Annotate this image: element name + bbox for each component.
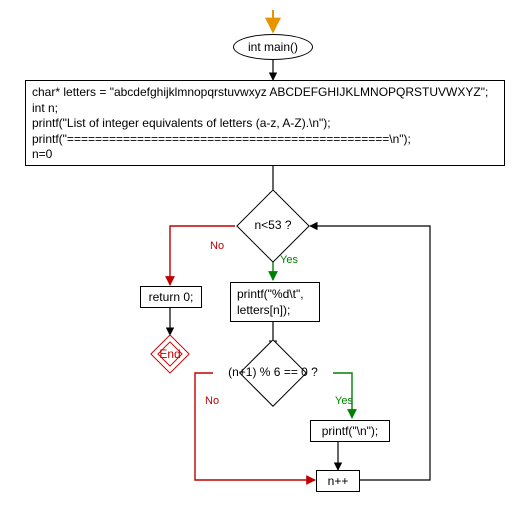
incr-label: n++ — [328, 474, 349, 488]
decl-line-3: printf("List of integer equivalents of l… — [32, 116, 498, 132]
end-diamond — [150, 334, 190, 374]
cond1-yes-label: Yes — [280, 254, 298, 266]
return-box: return 0; — [140, 286, 202, 308]
decl-line-2: int n; — [32, 101, 498, 117]
print-num-line1: printf("%d\t", — [237, 287, 313, 303]
flowchart-canvas: int main() char* letters = "abcdefghijkl… — [0, 0, 513, 516]
decl-line-4: printf("================================… — [32, 132, 498, 148]
cond2-diamond — [239, 339, 307, 407]
return-label: return 0; — [149, 290, 194, 304]
print-num-box: printf("%d\t", letters[n]); — [230, 282, 320, 322]
cond1-no-label: No — [210, 240, 224, 252]
print-num-line2: letters[n]); — [237, 303, 313, 319]
cond2-no-label: No — [205, 395, 219, 407]
flow-arrows — [0, 0, 513, 516]
incr-box: n++ — [316, 470, 360, 492]
main-ellipse: int main() — [233, 34, 313, 60]
main-label: int main() — [248, 40, 298, 54]
cond1-diamond — [236, 189, 310, 263]
decl-line-1: char* letters = "abcdefghijklmnopqrstuvw… — [32, 85, 498, 101]
print-nl-box: printf("\n"); — [310, 420, 390, 442]
print-nl-label: printf("\n"); — [322, 424, 379, 438]
decl-line-5: n=0 — [32, 147, 498, 163]
cond2-yes-label: Yes — [335, 395, 353, 407]
declarations-box: char* letters = "abcdefghijklmnopqrstuvw… — [25, 80, 505, 166]
